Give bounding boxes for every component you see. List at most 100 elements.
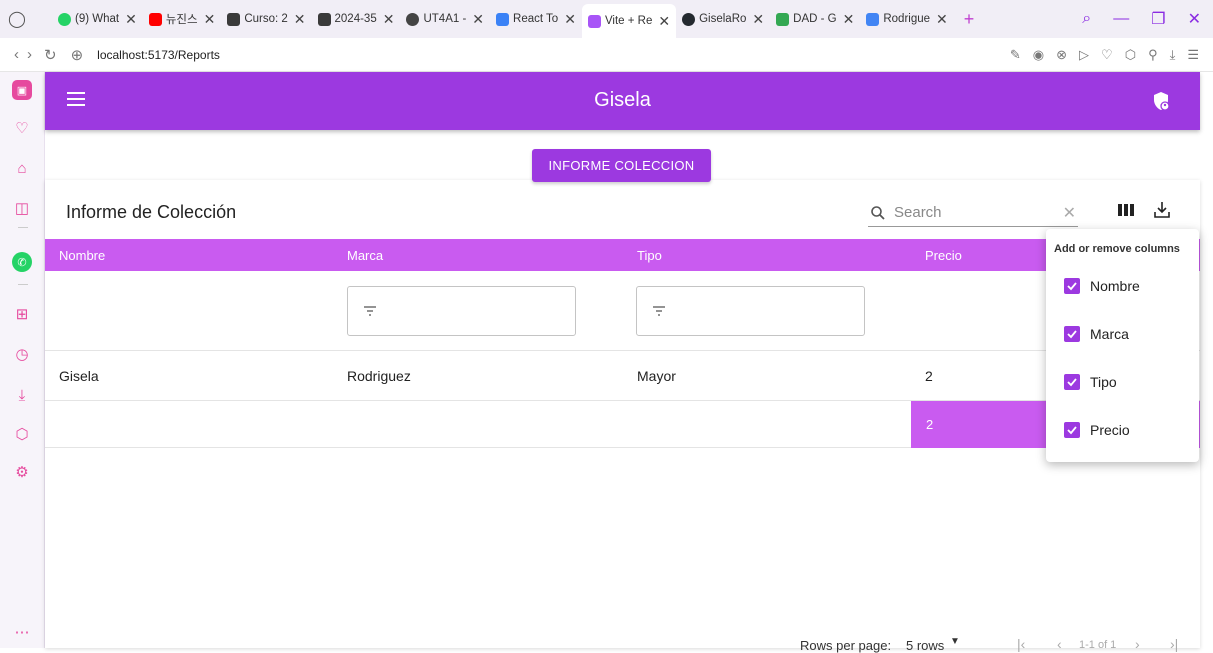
column-header-marca[interactable]: Marca	[347, 248, 383, 263]
more-icon[interactable]: ⋯	[12, 622, 32, 642]
checkbox-checked-icon[interactable]	[1064, 326, 1080, 342]
browser-sidebar: ▣ ♡ ⌂ ◫ ✆ ⊞ ◷ ⤓ ⬡ ⚙ ⋯	[0, 72, 45, 648]
tab-2024[interactable]: 2024-35 ✕	[312, 4, 401, 34]
tab-label: GiselaRo	[699, 13, 747, 25]
minimize-icon[interactable]: —	[1113, 10, 1129, 28]
column-toggle-marca[interactable]: Marca	[1064, 324, 1129, 344]
user-shield-icon[interactable]	[1152, 91, 1170, 111]
book-icon[interactable]: ◫	[12, 198, 32, 218]
search-tabs-icon[interactable]: ⌕	[1082, 10, 1091, 28]
github-icon	[682, 12, 696, 26]
tab-react[interactable]: React To ✕	[490, 4, 582, 34]
flow-icon[interactable]: ▷	[1079, 47, 1089, 63]
moodle-icon	[227, 12, 241, 26]
close-icon[interactable]: ✕	[204, 11, 216, 28]
rows-per-page-select[interactable]: 5 rows	[906, 638, 944, 653]
react-icon	[496, 12, 510, 26]
tab-curso[interactable]: Curso: 2 ✕	[221, 4, 311, 34]
marca-filter[interactable]	[347, 286, 576, 336]
close-icon[interactable]: ✕	[125, 11, 137, 28]
download-icon[interactable]: ⤓	[12, 385, 32, 405]
tab-vite[interactable]: Vite + Re ✕	[581, 4, 677, 38]
site-info-icon[interactable]: ⊕	[71, 46, 84, 64]
summary-row: 2	[45, 401, 1200, 448]
maximize-icon[interactable]: ❐	[1151, 9, 1165, 29]
cube-icon[interactable]: ⬡	[12, 424, 32, 444]
edit-icon[interactable]: ✎	[1010, 47, 1021, 63]
column-toggle-label: Tipo	[1090, 374, 1117, 390]
profile-icon[interactable]: ⚲	[1148, 47, 1158, 63]
menu-title: Add or remove columns	[1054, 243, 1180, 255]
close-icon[interactable]: ✕	[752, 11, 764, 28]
table-title: Informe de Colección	[66, 202, 237, 222]
next-page-icon[interactable]: ›	[1135, 636, 1140, 652]
filter-icon	[653, 306, 665, 316]
chevron-down-icon[interactable]: ▼	[950, 636, 960, 647]
heart-icon[interactable]: ♡	[1101, 47, 1113, 63]
close-icon[interactable]: ✕	[472, 11, 484, 28]
back-icon[interactable]: ‹	[14, 46, 19, 63]
close-icon[interactable]: ✕	[936, 11, 948, 28]
download-icon[interactable]: ⤓	[1170, 47, 1176, 63]
apps-icon[interactable]: ⊞	[12, 304, 32, 324]
tipo-filter[interactable]	[636, 286, 865, 336]
close-icon[interactable]: ✕	[843, 11, 855, 28]
column-toggle-tipo[interactable]: Tipo	[1064, 372, 1117, 392]
close-icon[interactable]: ✕	[564, 11, 576, 28]
clear-search-icon[interactable]: ✕	[1063, 203, 1076, 223]
youtube-icon	[148, 12, 162, 26]
url-field[interactable]: localhost:5173/Reports	[97, 48, 220, 62]
cell-marca: Rodriguez	[347, 368, 411, 384]
column-toggle-nombre[interactable]: Nombre	[1064, 276, 1140, 296]
camera-icon[interactable]: ◉	[1033, 47, 1044, 63]
rows-per-page-label: Rows per page:	[800, 638, 892, 653]
column-header-nombre[interactable]: Nombre	[59, 248, 105, 263]
close-icon[interactable]: ✕	[658, 13, 670, 30]
tab-label: Rodrigue	[883, 13, 931, 25]
close-icon[interactable]: ✕	[383, 11, 395, 28]
tab-label: React To	[513, 13, 559, 25]
tab-drive[interactable]: DAD - G ✕	[770, 4, 860, 34]
globe-icon	[406, 12, 420, 26]
tab-docs[interactable]: Rodrigue ✕	[860, 4, 953, 34]
pagination: Rows per page: 5 rows ▼ |‹ ‹ 1-1 of 1 › …	[45, 632, 1200, 653]
reload-icon[interactable]: ↻	[44, 46, 57, 64]
tab-youtube[interactable]: 뉴진스 ✕	[143, 4, 221, 34]
checkbox-checked-icon[interactable]	[1064, 422, 1080, 438]
whatsapp-icon[interactable]: ✆	[12, 252, 32, 272]
heart-icon[interactable]: ♡	[12, 118, 32, 138]
opera-logo-icon[interactable]: ◯	[6, 8, 28, 30]
column-toggle-precio[interactable]: Precio	[1064, 420, 1130, 440]
new-tab-icon[interactable]: +	[964, 9, 975, 30]
home-icon[interactable]: ⌂	[12, 158, 32, 178]
history-icon[interactable]: ◷	[12, 344, 32, 364]
settings-icon[interactable]: ⚙	[12, 462, 32, 482]
prev-page-icon[interactable]: ‹	[1057, 636, 1062, 652]
close-icon[interactable]: ✕	[294, 11, 306, 28]
tab-ut4a1[interactable]: UT4A1 - ✕	[400, 4, 490, 34]
forward-icon[interactable]: ›	[27, 46, 32, 63]
tab-whatsapp[interactable]: (9) What ✕	[52, 4, 143, 34]
close-window-icon[interactable]: ✕	[1188, 9, 1201, 29]
easy-setup-icon[interactable]: ☰	[1187, 47, 1199, 63]
tab-github[interactable]: GiselaRo ✕	[676, 4, 770, 34]
search-icon	[871, 205, 885, 220]
column-header-precio[interactable]: Precio	[925, 248, 962, 263]
aria-icon[interactable]: ▣	[12, 80, 32, 100]
checkbox-checked-icon[interactable]	[1064, 278, 1080, 294]
divider	[18, 284, 28, 285]
extensions-icon[interactable]: ⬡	[1125, 47, 1136, 63]
column-header-tipo[interactable]: Tipo	[637, 248, 662, 263]
first-page-icon[interactable]: |‹	[1017, 636, 1025, 652]
adblock-icon[interactable]: ⊗	[1056, 47, 1067, 63]
search-input[interactable]: Search ✕	[868, 199, 1078, 227]
download-icon[interactable]	[1152, 200, 1172, 220]
checkbox-checked-icon[interactable]	[1064, 374, 1080, 390]
last-page-icon[interactable]: ›|	[1170, 636, 1178, 652]
informe-coleccion-button[interactable]: INFORME COLECCION	[532, 149, 711, 182]
view-columns-icon[interactable]	[1116, 200, 1136, 220]
column-toggle-label: Precio	[1090, 422, 1130, 438]
table-row[interactable]: Gisela Rodriguez Mayor 2	[45, 351, 1200, 401]
moodle-icon	[317, 12, 331, 26]
tab-label: (9) What	[75, 13, 120, 25]
